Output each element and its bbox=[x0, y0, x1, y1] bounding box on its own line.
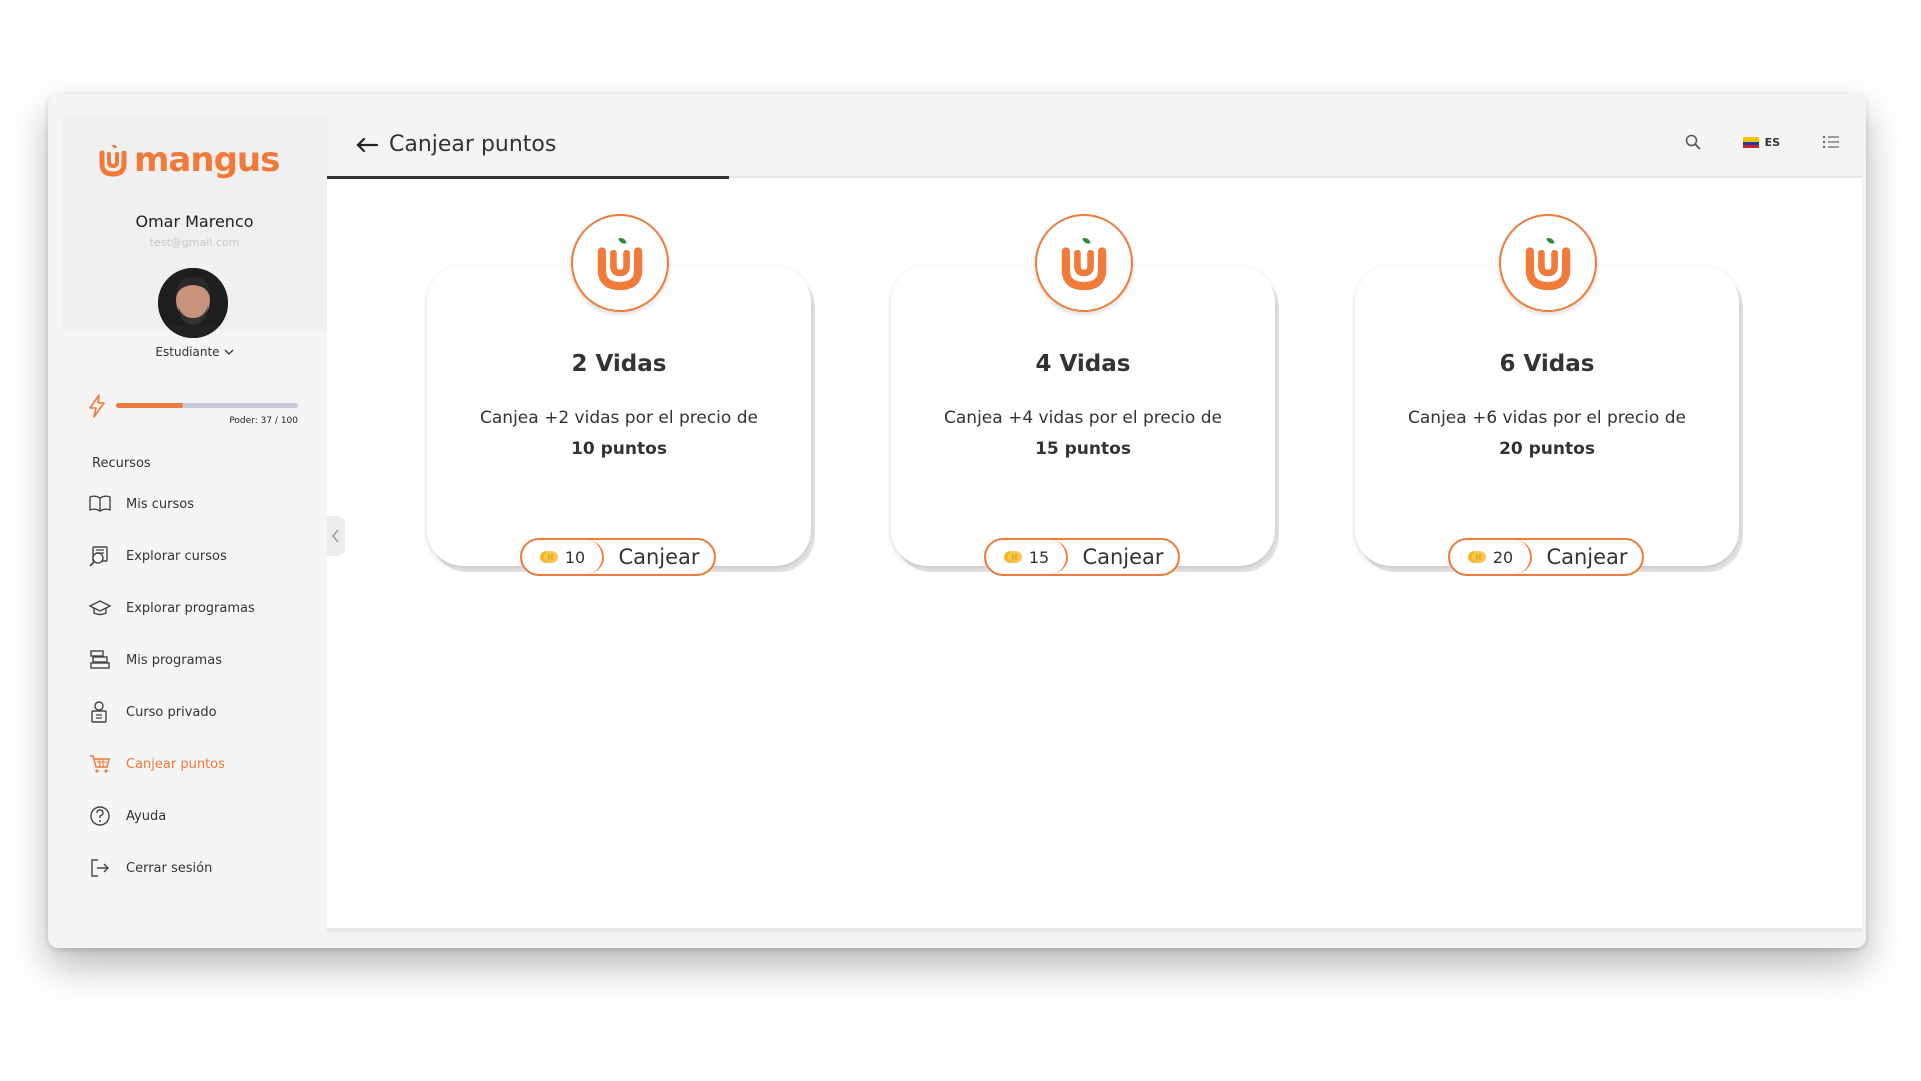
help-circle-icon bbox=[90, 806, 110, 826]
sidebar-item-label: Mis programas bbox=[126, 652, 222, 668]
sidebar-item-canjear-puntos[interactable]: Canjear puntos bbox=[88, 738, 318, 790]
price-value: 10 bbox=[564, 547, 586, 567]
role-label: Estudiante bbox=[155, 345, 220, 359]
sidebar-item-label: Cerrar sesión bbox=[126, 860, 213, 876]
mangus-logo-icon bbox=[1525, 237, 1571, 291]
redeem-button[interactable]: 20 Canjear bbox=[1448, 538, 1644, 576]
sidebar-item-label: Explorar programas bbox=[126, 600, 255, 616]
sidebar-menu: Mis cursos Explorar cursos Explorar prog… bbox=[88, 478, 318, 894]
price-tag: 15 bbox=[986, 540, 1068, 574]
power-meter: Poder: 37 / 100 bbox=[88, 394, 298, 434]
coin-icon bbox=[539, 551, 558, 563]
reward-points: 15 puntos bbox=[1035, 439, 1131, 459]
mangus-logo-icon bbox=[597, 237, 643, 291]
sidebar-item-curso-privado[interactable]: Curso privado bbox=[88, 686, 318, 738]
books-stack-icon bbox=[90, 650, 110, 669]
redeem-label: Canjear bbox=[1546, 545, 1628, 569]
app-window: mangus Omar Marenco test@gmail.com Estud… bbox=[48, 94, 1866, 948]
sidebar-item-ayuda[interactable]: Ayuda bbox=[88, 790, 318, 842]
reward-title: 6 Vidas bbox=[1499, 351, 1595, 377]
avatar[interactable] bbox=[158, 268, 228, 338]
reward-title: 2 Vidas bbox=[571, 351, 667, 377]
reward-desc-text: Canjea +2 vidas por el precio de bbox=[480, 408, 758, 428]
price-value: 15 bbox=[1028, 547, 1050, 567]
user-email: test@gmail.com bbox=[149, 236, 240, 249]
price-tag: 20 bbox=[1450, 540, 1532, 574]
reward-card: 2 Vidas Canjea +2 vidas por el precio de… bbox=[427, 214, 811, 576]
content-bottom-border bbox=[327, 928, 1862, 932]
reward-badge bbox=[571, 214, 669, 312]
graduation-cap-icon bbox=[88, 600, 112, 616]
power-progress-fill bbox=[116, 403, 184, 408]
main-content: Canjear puntos ES 2 Vidas Canjea +2 vida… bbox=[327, 116, 1862, 932]
price-value: 20 bbox=[1492, 547, 1514, 567]
language-selector[interactable]: ES bbox=[1742, 135, 1780, 149]
search-icon[interactable] bbox=[1685, 134, 1701, 150]
sidebar-item-label: Mis cursos bbox=[126, 496, 194, 512]
coin-icon bbox=[1467, 551, 1486, 563]
price-tag: 10 bbox=[522, 540, 604, 574]
sidebar-item-explorar-programas[interactable]: Explorar programas bbox=[88, 582, 318, 634]
reward-badge bbox=[1035, 214, 1133, 312]
sidebar-item-mis-cursos[interactable]: Mis cursos bbox=[88, 478, 318, 530]
redeem-button[interactable]: 15 Canjear bbox=[984, 538, 1180, 576]
explore-courses-icon bbox=[89, 546, 108, 567]
power-label: Poder: 37 / 100 bbox=[229, 416, 298, 426]
power-progress-bar bbox=[116, 403, 298, 408]
mangus-logo-icon bbox=[99, 144, 127, 177]
logout-icon bbox=[91, 859, 109, 877]
header-progress-indicator bbox=[327, 176, 729, 179]
avatar-photo bbox=[158, 268, 228, 338]
sidebar-item-label: Explorar cursos bbox=[126, 548, 227, 564]
page-title: Canjear puntos bbox=[389, 132, 557, 157]
reward-desc-text: Canjea +6 vidas por el precio de bbox=[1408, 408, 1686, 428]
logo-wordmark: mangus bbox=[134, 140, 280, 180]
private-course-icon bbox=[91, 701, 107, 723]
reward-points: 20 puntos bbox=[1499, 439, 1595, 459]
sidebar-item-cerrar-sesion[interactable]: Cerrar sesión bbox=[88, 842, 318, 894]
list-menu-icon[interactable] bbox=[1822, 135, 1840, 149]
back-button[interactable]: Canjear puntos bbox=[355, 132, 556, 157]
reward-badge bbox=[1499, 214, 1597, 312]
header-bar: Canjear puntos ES bbox=[327, 116, 1862, 179]
coin-icon bbox=[1003, 551, 1022, 563]
role-selector[interactable]: Estudiante bbox=[62, 345, 327, 359]
sidebar-collapse-toggle[interactable] bbox=[327, 516, 345, 556]
sidebar-item-label: Curso privado bbox=[126, 704, 217, 720]
sidebar-item-label: Canjear puntos bbox=[126, 756, 225, 772]
reward-description: Canjea +2 vidas por el precio de 10 punt… bbox=[447, 403, 791, 465]
header-actions: ES bbox=[1685, 134, 1840, 150]
book-open-icon bbox=[89, 495, 111, 512]
reward-description: Canjea +4 vidas por el precio de 15 punt… bbox=[911, 403, 1255, 465]
colombia-flag-icon bbox=[1742, 136, 1759, 148]
reward-description: Canjea +6 vidas por el precio de 20 punt… bbox=[1375, 403, 1719, 465]
lightning-icon bbox=[89, 394, 105, 418]
chevron-down-icon bbox=[224, 349, 234, 355]
redeem-button[interactable]: 10 Canjear bbox=[520, 538, 716, 576]
language-code: ES bbox=[1764, 135, 1780, 149]
reward-desc-text: Canjea +4 vidas por el precio de bbox=[944, 408, 1222, 428]
shopping-cart-icon bbox=[90, 755, 110, 773]
user-name: Omar Marenco bbox=[135, 212, 254, 231]
sidebar-item-explorar-cursos[interactable]: Explorar cursos bbox=[88, 530, 318, 582]
redeem-label: Canjear bbox=[1082, 545, 1164, 569]
sidebar-item-label: Ayuda bbox=[126, 808, 167, 824]
redeem-label: Canjear bbox=[618, 545, 700, 569]
reward-points: 10 puntos bbox=[571, 439, 667, 459]
reward-card: 4 Vidas Canjea +4 vidas por el precio de… bbox=[891, 214, 1275, 576]
sidebar-item-mis-programas[interactable]: Mis programas bbox=[88, 634, 318, 686]
reward-title: 4 Vidas bbox=[1035, 351, 1131, 377]
sidebar: mangus Omar Marenco test@gmail.com Estud… bbox=[62, 116, 327, 932]
chevron-left-icon bbox=[332, 529, 339, 543]
arrow-left-icon bbox=[356, 137, 379, 152]
rewards-grid: 2 Vidas Canjea +2 vidas por el precio de… bbox=[427, 196, 1827, 596]
reward-card: 6 Vidas Canjea +6 vidas por el precio de… bbox=[1355, 214, 1739, 576]
section-label-resources: Recursos bbox=[92, 456, 151, 471]
logo[interactable]: mangus bbox=[98, 140, 280, 180]
mangus-logo-icon bbox=[1061, 237, 1107, 291]
